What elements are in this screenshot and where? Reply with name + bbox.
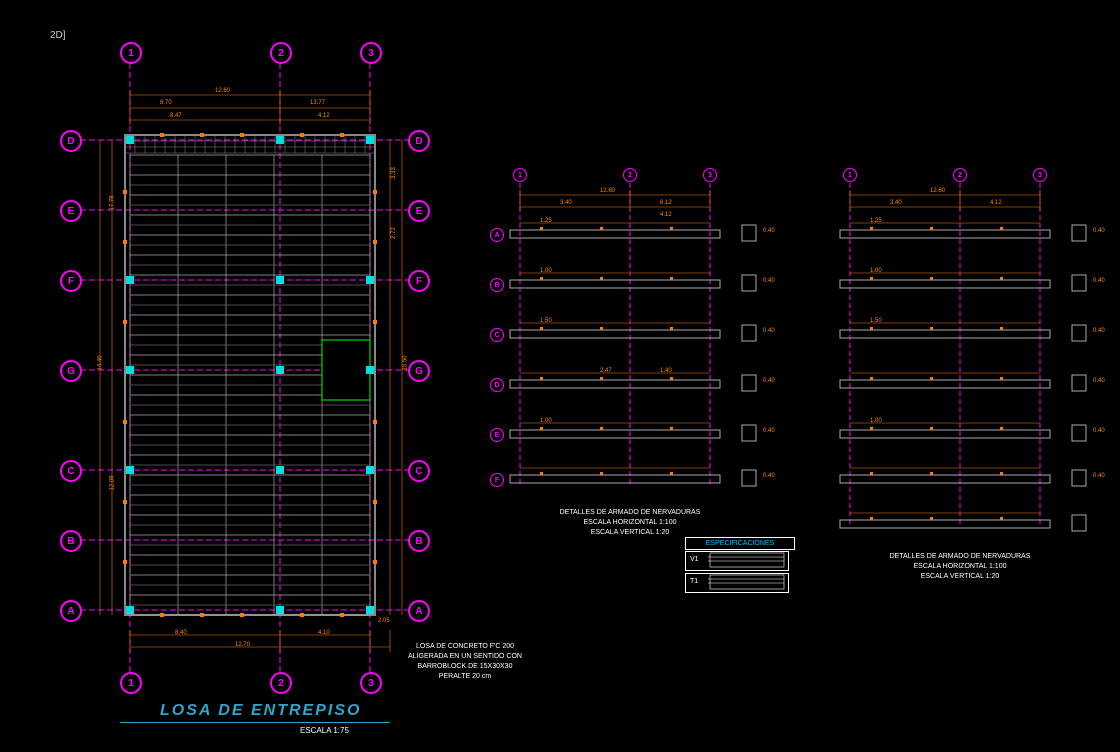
secB-top-total: 12.60 <box>930 188 945 194</box>
dim-top-total: 12.60 <box>215 88 230 94</box>
secA-col1: 1 <box>513 168 527 182</box>
spec-v1: V1 <box>690 556 699 563</box>
dim-right-d2: 2.72 <box>391 227 397 239</box>
secA-rowD: D <box>490 378 504 392</box>
grid-bubble-row-F-r: F <box>408 270 430 292</box>
grid-bubble-row-C-r: C <box>408 460 430 482</box>
secB-d-r1: 1.00 <box>870 268 882 274</box>
secB-col3: 3 <box>1033 168 1047 182</box>
secA-s-2: 0.40 <box>763 328 775 334</box>
dim-bot-ext: 2.05 <box>378 618 390 624</box>
grid-bubble-row-G-r: G <box>408 360 430 382</box>
secA-col3: 3 <box>703 168 717 182</box>
secA-top-sub2: 4.12 <box>660 212 672 218</box>
sections-a-svg <box>480 175 780 505</box>
grid-bubble-row-A-l: A <box>60 600 82 622</box>
view-label-2d: 2D] <box>50 30 66 41</box>
dim-right-d1: 3.33 <box>391 167 397 179</box>
secA-rowC: C <box>490 328 504 342</box>
dim-bot-d2: 4.10 <box>318 630 330 636</box>
dim-left-d2: 12.09 <box>110 475 116 490</box>
secA-s-3: 0.40 <box>763 378 775 384</box>
spec-header: ESPECIFICACIONES <box>685 537 795 550</box>
secB-d-r2: 1.50 <box>870 318 882 324</box>
secA-col2: 2 <box>623 168 637 182</box>
secA-d-r0: 1.25 <box>540 218 552 224</box>
secA-s-1: 0.40 <box>763 278 775 284</box>
dim-bot-tot: 12.70 <box>235 642 250 648</box>
grid-bubble-col-2-top: 2 <box>270 42 292 64</box>
grid-bubble-row-B-r: B <box>408 530 430 552</box>
secA-s-5: 0.40 <box>763 473 775 479</box>
secB-top-sub2: 4.12 <box>990 200 1002 206</box>
grid-bubble-row-C-l: C <box>60 460 82 482</box>
secA-top-left: 3.40 <box>560 200 572 206</box>
secA-d-r2: 1.50 <box>540 318 552 324</box>
secB-col1: 1 <box>843 168 857 182</box>
secA-d-r5: 1.00 <box>540 418 552 424</box>
secB-s-1: 0.40 <box>1093 278 1105 284</box>
secA-d-r4: 1.40 <box>660 368 672 374</box>
dim-left-d1: 17.78 <box>110 195 116 210</box>
secB-top-left: 3.40 <box>890 200 902 206</box>
secA-title: DETALLES DE ARMADO DE NERVADURAS ESCALA … <box>530 508 730 538</box>
secB-s-2: 0.40 <box>1093 328 1105 334</box>
secA-rowA: A <box>490 228 504 242</box>
secB-title: DETALLES DE ARMADO DE NERVADURAS ESCALA … <box>860 552 1060 582</box>
secB-s-0: 0.40 <box>1093 228 1105 234</box>
grid-bubble-row-D-r: D <box>408 130 430 152</box>
spec-t1: T1 <box>690 578 698 585</box>
sections-b-svg <box>810 175 1110 535</box>
grid-bubble-row-A-r: A <box>408 600 430 622</box>
slab-note: LOSA DE CONCRETO F'C 200 ALIGERADA EN UN… <box>395 642 535 682</box>
grid-bubble-col-1-top: 1 <box>120 42 142 64</box>
grid-bubble-row-D-l: D <box>60 130 82 152</box>
dim-top-sub1: 8.47 <box>170 113 182 119</box>
grid-bubble-row-F-l: F <box>60 270 82 292</box>
secA-d-r1: 1.00 <box>540 268 552 274</box>
secB-d-r5: 1.00 <box>870 418 882 424</box>
grid-bubble-row-B-l: B <box>60 530 82 552</box>
drawing-title: LOSA DE ENTREPISO <box>160 702 361 720</box>
title-underline <box>120 722 390 723</box>
grid-bubble-row-G-l: G <box>60 360 82 382</box>
secB-col2: 2 <box>953 168 967 182</box>
secA-top-right: 6.12 <box>660 200 672 206</box>
spec-details <box>708 551 788 593</box>
secA-top-total: 12.60 <box>600 188 615 194</box>
secA-s-4: 0.40 <box>763 428 775 434</box>
cad-canvas[interactable]: 2D] <box>0 0 1120 752</box>
dim-bot-d1: 8.40 <box>175 630 187 636</box>
dim-top-sub2: 4.12 <box>318 113 330 119</box>
grid-bubble-row-E-r: E <box>408 200 430 222</box>
slab-plan-svg <box>70 40 450 700</box>
secB-s-5: 0.40 <box>1093 473 1105 479</box>
drawing-scale: ESCALA 1:75 <box>300 726 349 735</box>
grid-bubble-col-2-bot: 2 <box>270 672 292 694</box>
secA-rowE: E <box>490 428 504 442</box>
dim-top-right: 13.77 <box>310 100 325 106</box>
secA-rowB: B <box>490 278 504 292</box>
secA-d-r3: 2.47 <box>600 368 612 374</box>
secA-s-0: 0.40 <box>763 228 775 234</box>
grid-bubble-row-E-l: E <box>60 200 82 222</box>
secB-s-4: 0.40 <box>1093 428 1105 434</box>
secB-d-r0: 1.25 <box>870 218 882 224</box>
grid-bubble-col-3-top: 3 <box>360 42 382 64</box>
grid-bubble-col-1-bot: 1 <box>120 672 142 694</box>
dim-top-left: 8.70 <box>160 100 172 106</box>
secB-s-3: 0.40 <box>1093 378 1105 384</box>
dim-left-total: 14.40 <box>98 355 104 370</box>
grid-bubble-col-3-bot: 3 <box>360 672 382 694</box>
secA-rowF: F <box>490 473 504 487</box>
